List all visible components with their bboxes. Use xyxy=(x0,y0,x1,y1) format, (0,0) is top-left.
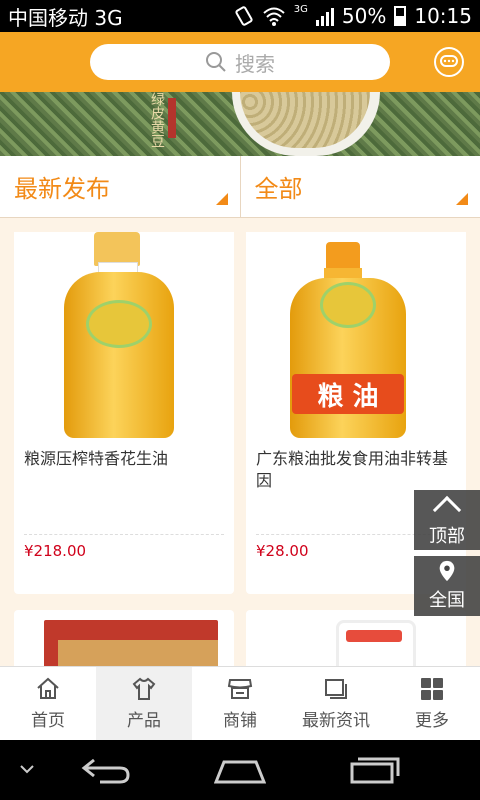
search-bar[interactable]: 搜索 xyxy=(90,44,390,80)
chevron-down-icon[interactable] xyxy=(18,762,36,776)
store-icon xyxy=(227,679,253,699)
region-label: 全国 xyxy=(429,590,465,611)
tab-label: 商铺 xyxy=(223,711,257,731)
product-image: 粮 油 xyxy=(246,232,466,438)
dropdown-corner-icon xyxy=(215,193,228,205)
product-name: 广东粮油批发食用油非转基因 xyxy=(256,449,449,490)
filter-bar: 最新发布 全部 xyxy=(0,156,480,218)
category-filter-label: 全部 xyxy=(254,175,303,203)
shirt-icon xyxy=(132,677,156,700)
product-card[interactable] xyxy=(246,610,466,666)
product-grid: 粮源压榨特香花生油 ¥218.00 粮 油 广东粮油批发食用油非转基因 ¥28.… xyxy=(0,218,480,666)
tab-stores[interactable]: 商铺 xyxy=(192,667,288,740)
battery-percent: 50% xyxy=(341,4,387,28)
battery-icon xyxy=(394,6,407,26)
banner-seal xyxy=(168,98,176,138)
search-placeholder: 搜索 xyxy=(235,51,275,76)
status-icons: 3G 50% 10:15 xyxy=(234,4,472,28)
product-price: ¥218.00 xyxy=(24,542,87,560)
oil-bottle-image xyxy=(64,232,184,438)
tab-label: 更多 xyxy=(415,711,449,731)
product-card[interactable] xyxy=(14,610,234,666)
signal-icon xyxy=(315,6,334,26)
location-pin-icon xyxy=(439,560,455,582)
product-card[interactable]: 粮源压榨特香花生油 ¥218.00 xyxy=(14,232,234,594)
grid-icon xyxy=(421,678,443,700)
home-nav-icon[interactable] xyxy=(214,756,266,784)
back-to-top-button[interactable]: 顶部 xyxy=(414,490,480,550)
search-icon xyxy=(206,52,226,72)
clock: 10:15 xyxy=(414,4,472,28)
home-icon xyxy=(37,677,59,699)
sort-filter[interactable]: 最新发布 xyxy=(0,156,240,217)
tab-more[interactable]: 更多 xyxy=(384,667,480,740)
tab-label: 最新资讯 xyxy=(302,711,370,731)
bottom-tab-bar: 首页 产品 商铺 最新资讯 更多 xyxy=(0,666,480,740)
tab-label: 首页 xyxy=(31,711,65,731)
back-icon[interactable] xyxy=(80,756,132,786)
system-nav-bar xyxy=(0,740,480,800)
status-bar: 中国移动 3G 3G 50% 10:15 xyxy=(0,0,480,32)
tab-home[interactable]: 首页 xyxy=(0,667,96,740)
product-image xyxy=(14,232,234,438)
network-type: 3G xyxy=(293,4,308,15)
chat-bubble-icon xyxy=(440,55,458,67)
promo-banner[interactable]: 绿皮黄豆 xyxy=(0,92,480,156)
dropdown-corner-icon xyxy=(456,193,468,205)
recent-apps-icon[interactable] xyxy=(350,756,400,784)
tab-products[interactable]: 产品 xyxy=(96,667,192,740)
sort-filter-label: 最新发布 xyxy=(14,175,110,203)
category-filter[interactable]: 全部 xyxy=(239,156,480,217)
rotation-icon xyxy=(235,6,253,26)
oil-bottle-image: 粮 油 xyxy=(286,242,416,438)
product-image-jug xyxy=(336,620,416,666)
product-image-box-front xyxy=(58,640,218,666)
product-name: 粮源压榨特香花生油 xyxy=(24,449,169,468)
banner-text: 绿皮黄豆 xyxy=(149,92,165,148)
news-icon xyxy=(325,679,347,699)
wifi-icon xyxy=(263,7,285,26)
product-price: ¥28.00 xyxy=(256,542,309,560)
message-button[interactable] xyxy=(434,47,464,77)
tab-label: 产品 xyxy=(127,711,161,731)
region-button[interactable]: 全国 xyxy=(414,556,480,616)
product-image-jug-cap xyxy=(346,630,402,642)
chevron-up-icon xyxy=(432,495,462,525)
card-divider xyxy=(24,534,224,535)
tab-news[interactable]: 最新资讯 xyxy=(288,667,384,740)
back-to-top-label: 顶部 xyxy=(429,526,465,547)
app-header: 搜索 xyxy=(0,32,480,92)
carrier-label: 中国移动 3G xyxy=(8,5,123,30)
